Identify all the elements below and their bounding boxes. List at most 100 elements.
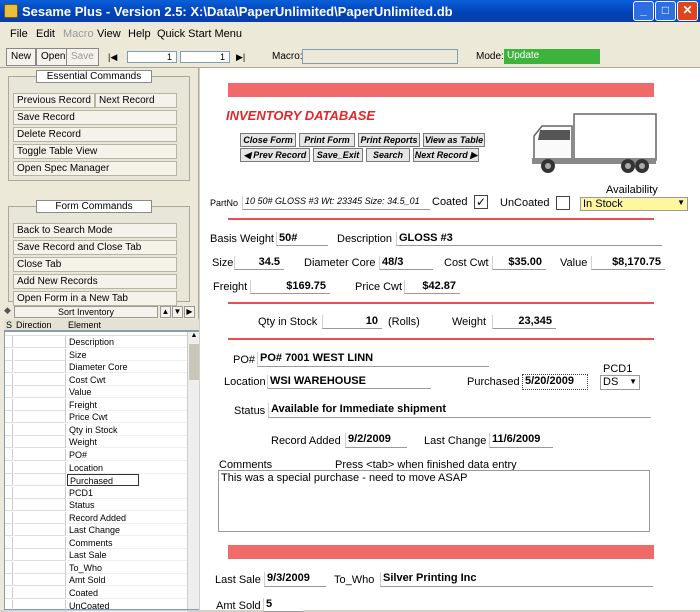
open-form-new-tab-button[interactable]: Open Form in a New Tab bbox=[13, 291, 177, 306]
col-s[interactable]: S bbox=[6, 320, 12, 330]
menu-quick-start[interactable]: Quick Start Menu bbox=[157, 28, 242, 40]
direction-cell[interactable] bbox=[14, 411, 66, 424]
close-window-button[interactable]: ✕ bbox=[677, 1, 698, 21]
element-cell[interactable]: PO# bbox=[67, 449, 187, 461]
direction-cell[interactable] bbox=[14, 373, 66, 386]
po-field[interactable]: PO# 7001 WEST LINN bbox=[257, 352, 489, 367]
pcd1-select[interactable]: DS ▼ bbox=[600, 375, 640, 390]
direction-cell[interactable] bbox=[14, 436, 66, 449]
element-cell[interactable]: Location bbox=[67, 462, 187, 474]
next-record-button[interactable]: Next Record bbox=[95, 93, 177, 108]
menu-edit[interactable]: Edit bbox=[36, 28, 55, 40]
element-cell[interactable]: Coated bbox=[67, 587, 187, 599]
move-up-icon[interactable]: ▲ bbox=[160, 306, 171, 318]
direction-cell[interactable] bbox=[14, 448, 66, 461]
sort-flag-cell[interactable] bbox=[5, 574, 13, 587]
partno-field[interactable]: 10 50# GLOSS #3 Wt: 23345 Size: 34.5_01 bbox=[242, 196, 430, 210]
direction-cell[interactable] bbox=[14, 549, 66, 562]
sort-flag-cell[interactable] bbox=[5, 561, 13, 574]
sort-flag-cell[interactable] bbox=[5, 499, 13, 512]
sort-flag-cell[interactable] bbox=[5, 486, 13, 499]
last-sale-field[interactable]: 9/3/2009 bbox=[264, 572, 326, 587]
comments-field[interactable]: This was a special purchase - need to mo… bbox=[218, 470, 650, 532]
sort-list-item[interactable]: Purchased bbox=[5, 474, 187, 487]
sort-list-item[interactable]: UnCoated bbox=[5, 599, 187, 612]
sort-list-item[interactable]: Freight bbox=[5, 398, 187, 412]
sort-flag-cell[interactable] bbox=[5, 423, 13, 436]
add-new-records-button[interactable]: Add New Records bbox=[13, 274, 177, 289]
save-and-close-tab-button[interactable]: Save Record and Close Tab bbox=[13, 240, 177, 255]
sort-list-item[interactable]: Comments bbox=[5, 536, 187, 550]
close-form-button[interactable]: Close Form bbox=[240, 133, 296, 147]
sort-list-item[interactable]: Size bbox=[5, 348, 187, 362]
col-element[interactable]: Element bbox=[68, 320, 101, 330]
sort-list-item[interactable]: Price Cwt bbox=[5, 411, 187, 424]
sort-flag-cell[interactable] bbox=[5, 461, 13, 474]
save-record-button[interactable]: Save Record bbox=[13, 110, 177, 125]
sort-list-item[interactable]: Cost Cwt bbox=[5, 373, 187, 387]
previous-record-button[interactable]: Previous Record bbox=[13, 93, 95, 108]
sort-list-item[interactable]: Amt Sold bbox=[5, 574, 187, 587]
sort-list-item[interactable]: To_Who bbox=[5, 561, 187, 575]
last-record-icon[interactable]: ▶| bbox=[236, 52, 245, 63]
freight-field[interactable]: $169.75 bbox=[250, 280, 330, 294]
collapse-icon[interactable]: ◆ bbox=[4, 305, 12, 317]
direction-cell[interactable] bbox=[14, 348, 66, 361]
description-field[interactable]: GLOSS #3 bbox=[396, 232, 662, 246]
sort-list-item[interactable]: PCD1 bbox=[5, 486, 187, 500]
sort-flag-cell[interactable] bbox=[5, 373, 13, 386]
element-cell[interactable]: Amt Sold bbox=[67, 574, 187, 587]
move-right-icon[interactable]: ▶ bbox=[184, 306, 195, 318]
menu-help[interactable]: Help bbox=[128, 28, 151, 40]
minimize-button[interactable]: _ bbox=[633, 1, 654, 21]
direction-cell[interactable] bbox=[14, 386, 66, 399]
sort-list-item[interactable]: Description bbox=[5, 336, 187, 349]
menu-file[interactable]: File bbox=[10, 28, 28, 40]
save-exit-button[interactable]: Save_Exit bbox=[313, 148, 363, 162]
sort-list-item[interactable]: Status bbox=[5, 499, 187, 512]
chevron-down-icon[interactable]: ▼ bbox=[677, 198, 685, 207]
sort-flag-cell[interactable] bbox=[5, 348, 13, 361]
price-cwt-field[interactable]: $42.87 bbox=[404, 280, 460, 294]
sort-list-item[interactable]: Coated bbox=[5, 587, 187, 600]
prev-record-button[interactable]: ◀ Prev Record bbox=[240, 148, 310, 162]
direction-cell[interactable] bbox=[14, 587, 66, 599]
to-who-field[interactable]: Silver Printing Inc bbox=[380, 572, 653, 587]
element-cell[interactable]: Cost Cwt bbox=[67, 374, 187, 386]
qty-in-stock-field[interactable]: 10 bbox=[322, 315, 382, 329]
view-as-table-button[interactable]: View as Table bbox=[423, 133, 485, 147]
element-cell[interactable]: Value bbox=[67, 386, 187, 399]
sort-inventory-header[interactable]: Sort Inventory bbox=[14, 306, 158, 318]
availability-select[interactable]: In Stock ▼ bbox=[580, 197, 688, 211]
direction-cell[interactable] bbox=[14, 561, 66, 574]
scroll-thumb[interactable] bbox=[189, 344, 199, 380]
element-cell[interactable]: Comments bbox=[67, 537, 187, 549]
next-record-form-button[interactable]: Next Record ▶ bbox=[413, 148, 479, 162]
sort-flag-cell[interactable] bbox=[5, 436, 13, 449]
sort-flag-cell[interactable] bbox=[5, 411, 13, 424]
size-field[interactable]: 34.5 bbox=[234, 256, 284, 270]
first-record-icon[interactable]: |◀ bbox=[108, 52, 117, 63]
sort-list-item[interactable]: Weight bbox=[5, 436, 187, 449]
element-cell[interactable]: Last Change bbox=[67, 524, 187, 537]
move-down-icon[interactable]: ▼ bbox=[172, 306, 183, 318]
current-record-field[interactable]: 1 bbox=[127, 51, 177, 63]
sort-flag-cell[interactable] bbox=[5, 398, 13, 411]
cost-cwt-field[interactable]: $35.00 bbox=[492, 256, 546, 270]
direction-cell[interactable] bbox=[14, 499, 66, 512]
sort-flag-cell[interactable] bbox=[5, 336, 13, 348]
element-cell[interactable]: Size bbox=[67, 349, 187, 361]
open-spec-manager-button[interactable]: Open Spec Manager bbox=[13, 161, 177, 176]
print-reports-button[interactable]: Print Reports bbox=[358, 133, 420, 147]
element-cell[interactable]: To_Who bbox=[67, 562, 187, 574]
sort-list-item[interactable]: Diameter Core bbox=[5, 361, 187, 374]
chevron-down-icon[interactable]: ▼ bbox=[629, 377, 637, 386]
search-button[interactable]: Search bbox=[366, 148, 410, 162]
element-cell[interactable]: Last Sale bbox=[67, 549, 187, 562]
uncoated-checkbox[interactable] bbox=[556, 196, 570, 210]
toggle-table-view-button[interactable]: Toggle Table View bbox=[13, 144, 177, 159]
sort-flag-cell[interactable] bbox=[5, 549, 13, 562]
sort-flag-cell[interactable] bbox=[5, 524, 13, 537]
sort-flag-cell[interactable] bbox=[5, 536, 13, 549]
element-cell[interactable]: Qty in Stock bbox=[67, 424, 187, 436]
